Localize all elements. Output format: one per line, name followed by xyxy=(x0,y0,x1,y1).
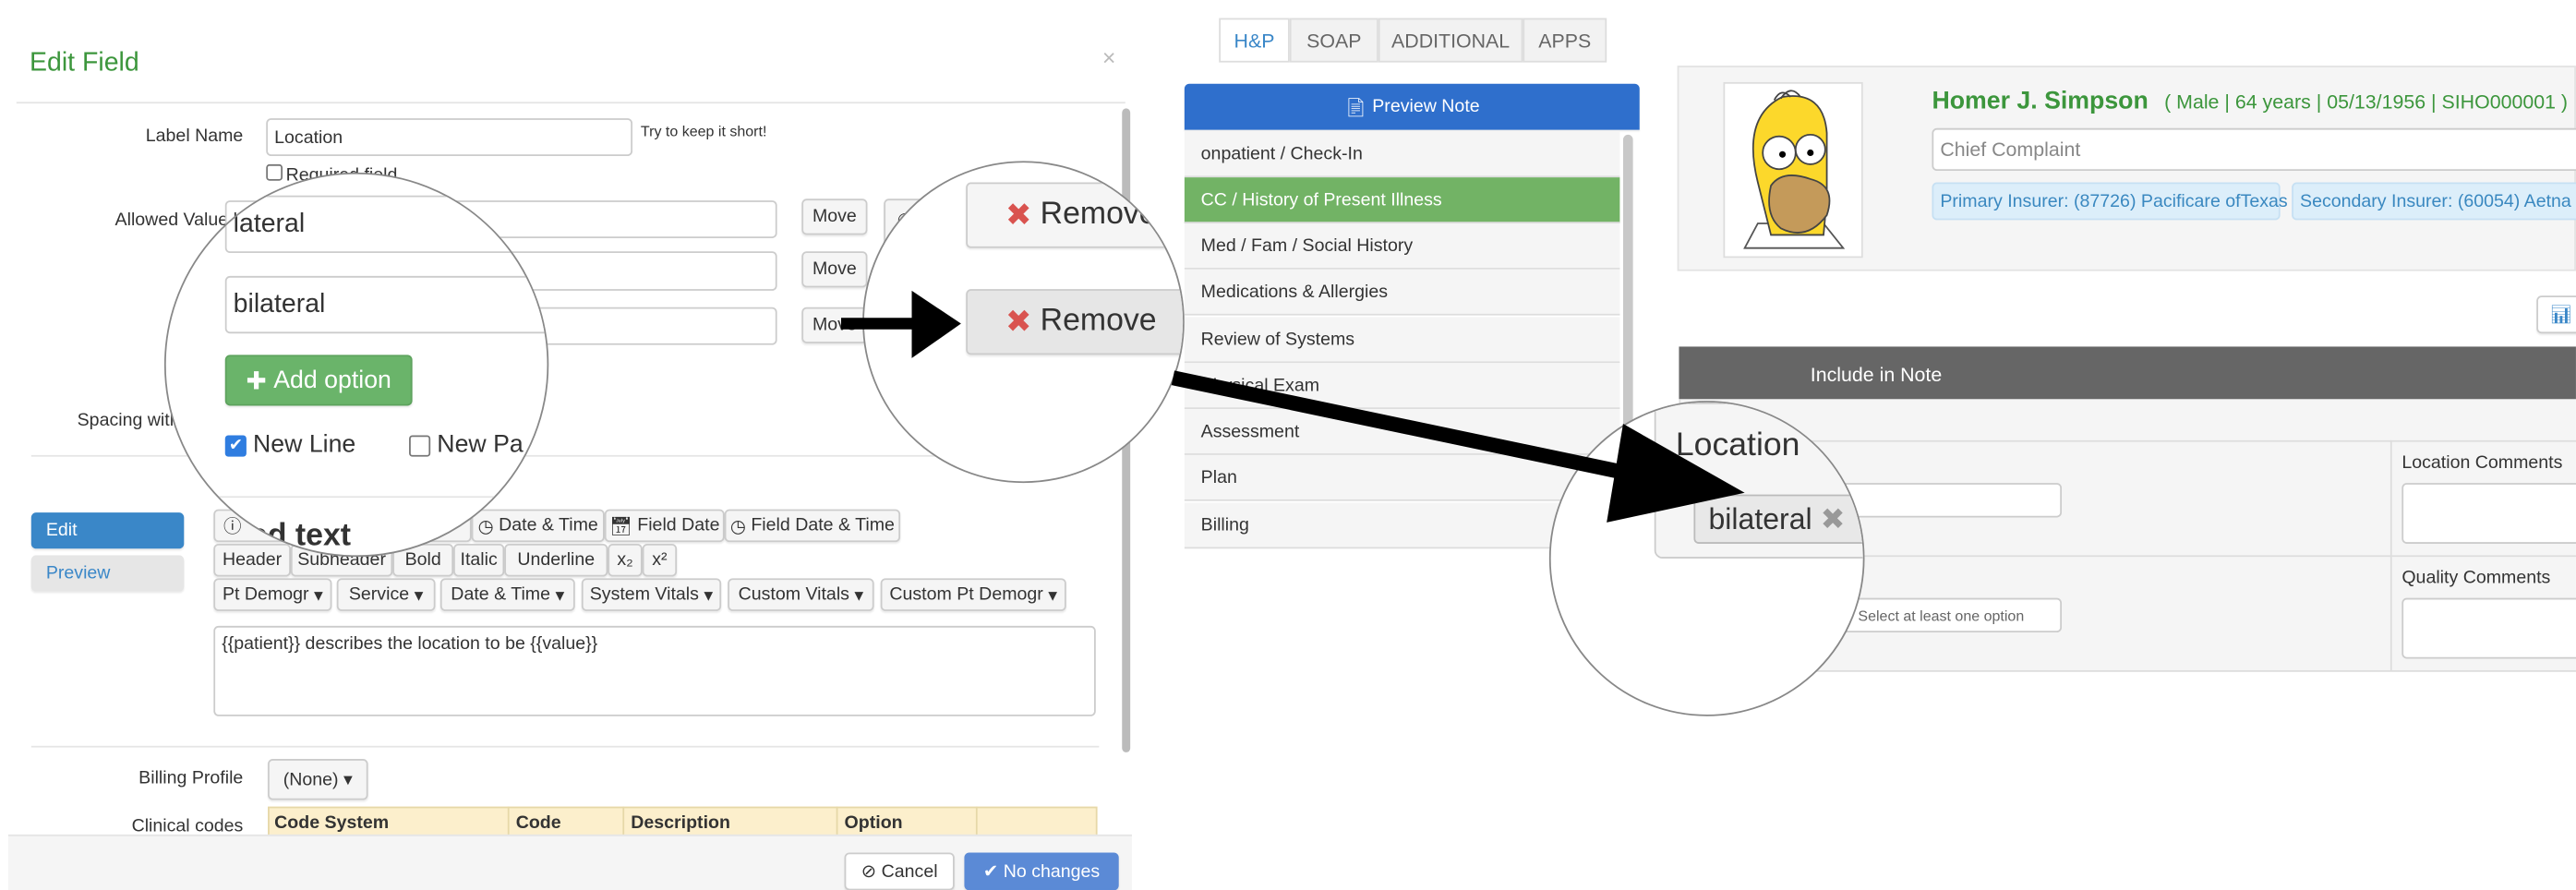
arrows-overlay xyxy=(841,290,1745,523)
large-arrow xyxy=(1171,370,1745,523)
small-arrow xyxy=(841,290,961,358)
